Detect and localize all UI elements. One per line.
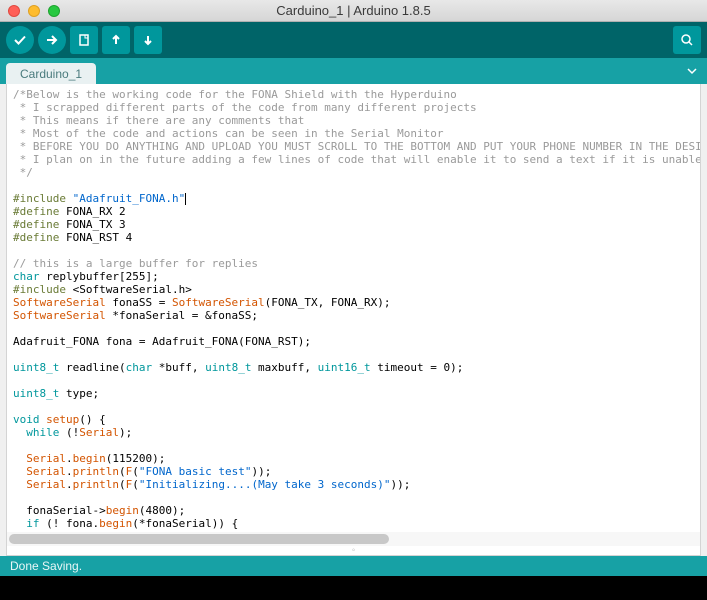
new-file-icon: [77, 33, 91, 47]
window-titlebar: Carduino_1 | Arduino 1.8.5: [0, 0, 707, 22]
console-area[interactable]: [0, 576, 707, 600]
arrow-right-icon: [45, 33, 59, 47]
magnifier-icon: [680, 33, 694, 47]
tab-strip: Carduino_1: [0, 58, 707, 84]
save-button[interactable]: [134, 26, 162, 54]
chevron-down-icon: [686, 65, 698, 77]
check-icon: [13, 33, 27, 47]
arrow-up-icon: [109, 33, 123, 47]
serial-monitor-button[interactable]: [673, 26, 701, 54]
zoom-button[interactable]: [48, 5, 60, 17]
status-message: Done Saving.: [10, 559, 82, 573]
upload-button[interactable]: [38, 26, 66, 54]
horizontal-scrollbar[interactable]: [7, 532, 700, 546]
window-title: Carduino_1 | Arduino 1.8.5: [0, 3, 707, 18]
minimize-button[interactable]: [28, 5, 40, 17]
toolbar: [0, 22, 707, 58]
page-indicator: ◦: [6, 546, 701, 556]
scrollbar-thumb[interactable]: [9, 534, 389, 544]
tab-menu-button[interactable]: [683, 62, 701, 80]
text-cursor: [185, 193, 186, 205]
verify-button[interactable]: [6, 26, 34, 54]
status-bar: Done Saving.: [0, 556, 707, 576]
traffic-lights: [0, 5, 60, 17]
close-button[interactable]: [8, 5, 20, 17]
new-button[interactable]: [70, 26, 98, 54]
tab-sketch[interactable]: Carduino_1: [6, 63, 96, 84]
arrow-down-icon: [141, 33, 155, 47]
comment-block: /*Below is the working code for the FONA…: [13, 88, 700, 179]
code-editor[interactable]: /*Below is the working code for the FONA…: [6, 84, 701, 546]
open-button[interactable]: [102, 26, 130, 54]
code-content[interactable]: /*Below is the working code for the FONA…: [7, 84, 700, 546]
